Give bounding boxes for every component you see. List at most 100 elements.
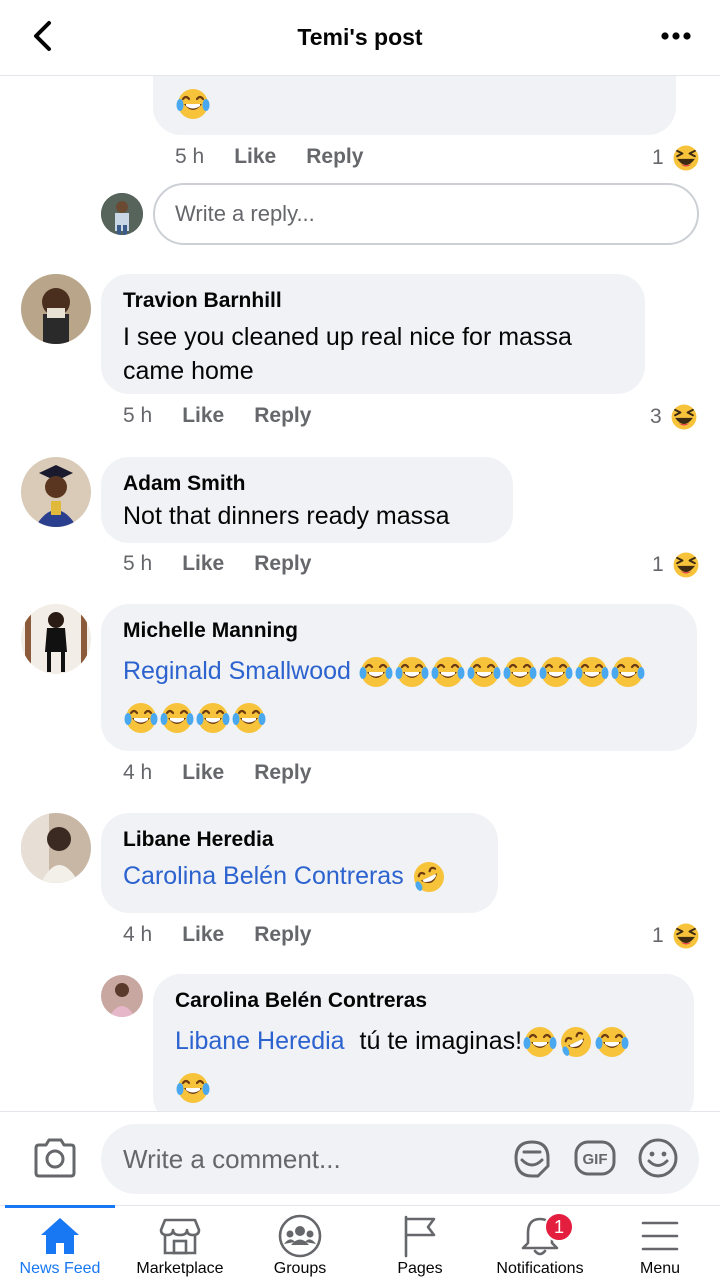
comment-placeholder: Write a comment... xyxy=(123,1143,341,1174)
comment-author[interactable]: Travion Barnhill xyxy=(123,288,623,314)
avatar[interactable] xyxy=(101,193,143,235)
tab-label: Notifications xyxy=(496,1260,584,1277)
rofl-emoji-icon xyxy=(558,1024,594,1060)
reply-button[interactable]: Reply xyxy=(254,923,311,947)
sticker-button[interactable] xyxy=(510,1136,554,1185)
reply-bubble[interactable]: Carolina Belén Contreras Libane Heredia … xyxy=(153,974,694,1111)
joy-emoji-icon xyxy=(231,700,267,736)
bottom-tab-bar: News Feed Marketplace Groups Pages 1 Not… xyxy=(0,1205,720,1280)
joy-emoji-icon xyxy=(594,1024,630,1060)
comment-text: Carolina Belén Contreras xyxy=(123,859,476,895)
comment-text: Not that dinners ready massa xyxy=(123,502,450,530)
mention-link[interactable]: Reginald Smallwood xyxy=(123,657,351,685)
comments-feed[interactable]: 5 h Like Reply 1 Write a reply... Travio… xyxy=(0,76,720,1111)
comment-meta: 5 h Like Reply xyxy=(123,552,341,576)
reaction-summary[interactable]: 3 xyxy=(650,401,700,433)
page-title: Temi's post xyxy=(297,24,423,50)
tab-marketplace[interactable]: Marketplace xyxy=(120,1206,240,1280)
avatar[interactable] xyxy=(21,457,91,527)
reply-input[interactable]: Write a reply... xyxy=(153,183,699,245)
ellipsis-icon xyxy=(661,32,691,40)
reply-text: tú te imaginas! xyxy=(359,1027,523,1055)
joy-emoji-icon xyxy=(358,654,394,690)
comment-time: 4 h xyxy=(123,923,153,946)
camera-icon xyxy=(34,1138,76,1178)
comment-text: Reginald Smallwood xyxy=(123,648,675,740)
haha-reaction-icon xyxy=(670,549,702,581)
user-photo-icon xyxy=(101,193,143,235)
back-button[interactable] xyxy=(24,18,60,54)
flag-icon xyxy=(404,1215,436,1258)
reaction-summary[interactable]: 1 xyxy=(652,549,702,581)
tab-label: Pages xyxy=(397,1260,443,1277)
joy-emoji-icon xyxy=(538,654,574,690)
like-button[interactable]: Like xyxy=(182,761,224,785)
reply-button[interactable]: Reply xyxy=(254,761,311,785)
rofl-emoji-icon xyxy=(411,859,447,895)
tab-groups[interactable]: Groups xyxy=(240,1206,360,1280)
smiley-icon xyxy=(638,1138,678,1178)
joy-emoji-icon xyxy=(610,654,646,690)
chevron-left-icon xyxy=(34,21,51,51)
comment-composer: Write a comment... GIF xyxy=(0,1111,720,1205)
hamburger-icon xyxy=(641,1221,679,1251)
like-button[interactable]: Like xyxy=(182,552,224,576)
user-photo-icon xyxy=(21,604,91,674)
comment-bubble[interactable]: Libane Heredia Carolina Belén Contreras xyxy=(101,813,498,913)
tab-label: News Feed xyxy=(19,1260,101,1277)
avatar[interactable] xyxy=(101,975,143,1017)
comment-bubble[interactable]: Michelle Manning Reginald Smallwood xyxy=(101,604,697,751)
joy-emoji-icon xyxy=(466,654,502,690)
reaction-summary[interactable]: 1 xyxy=(652,142,702,174)
gif-button[interactable]: GIF xyxy=(573,1136,617,1185)
avatar[interactable] xyxy=(21,604,91,674)
comment-bubble[interactable]: Adam Smith Not that dinners ready massa xyxy=(101,457,513,543)
tab-news-feed[interactable]: News Feed xyxy=(0,1205,120,1280)
reaction-count: 3 xyxy=(650,405,662,428)
avatar[interactable] xyxy=(21,274,91,344)
comment-author[interactable]: Michelle Manning xyxy=(123,618,675,644)
reply-bubble-partial xyxy=(153,76,676,135)
mention-link[interactable]: Carolina Belén Contreras xyxy=(123,862,404,890)
user-photo-icon xyxy=(21,813,91,883)
app-header: Temi's post xyxy=(0,0,720,76)
user-photo-icon xyxy=(21,274,91,344)
comment-author[interactable]: Carolina Belén Contreras xyxy=(175,988,672,1014)
tab-pages[interactable]: Pages xyxy=(360,1206,480,1280)
comment-author[interactable]: Libane Heredia xyxy=(123,827,476,853)
joy-emoji-icon xyxy=(195,700,231,736)
notification-badge: 1 xyxy=(544,1212,574,1242)
avatar[interactable] xyxy=(21,813,91,883)
reaction-count: 1 xyxy=(652,146,664,169)
comment-time: 5 h xyxy=(123,404,153,427)
reply-button[interactable]: Reply xyxy=(254,404,311,428)
camera-button[interactable] xyxy=(32,1136,78,1180)
like-button[interactable]: Like xyxy=(234,145,276,169)
comment-bubble[interactable]: Travion Barnhill I see you cleaned up re… xyxy=(101,274,645,394)
reply-button[interactable]: Reply xyxy=(306,145,363,169)
reaction-summary[interactable]: 1 xyxy=(652,920,702,952)
gif-icon: GIF xyxy=(574,1140,616,1176)
comment-author[interactable]: Adam Smith xyxy=(123,471,491,497)
haha-reaction-icon xyxy=(670,920,702,952)
joy-emoji-icon xyxy=(430,654,466,690)
like-button[interactable]: Like xyxy=(182,923,224,947)
reply-button[interactable]: Reply xyxy=(254,552,311,576)
user-photo-icon xyxy=(101,975,143,1017)
comment-meta: 5 h Like Reply xyxy=(175,145,393,169)
tab-menu[interactable]: Menu xyxy=(600,1206,720,1280)
groups-icon xyxy=(278,1214,322,1258)
joy-emoji-icon xyxy=(574,654,610,690)
marketplace-icon xyxy=(159,1218,201,1255)
haha-reaction-icon xyxy=(668,401,700,433)
tab-notifications[interactable]: 1 Notifications xyxy=(480,1206,600,1280)
tab-label: Groups xyxy=(273,1260,327,1277)
more-options-button[interactable] xyxy=(656,18,696,54)
haha-reaction-icon xyxy=(670,142,702,174)
reply-placeholder: Write a reply... xyxy=(175,201,315,226)
emoji-button[interactable] xyxy=(636,1136,680,1185)
comment-meta: 5 h Like Reply xyxy=(123,404,341,428)
home-icon xyxy=(41,1218,79,1254)
mention-link[interactable]: Libane Heredia xyxy=(175,1027,345,1055)
like-button[interactable]: Like xyxy=(182,404,224,428)
